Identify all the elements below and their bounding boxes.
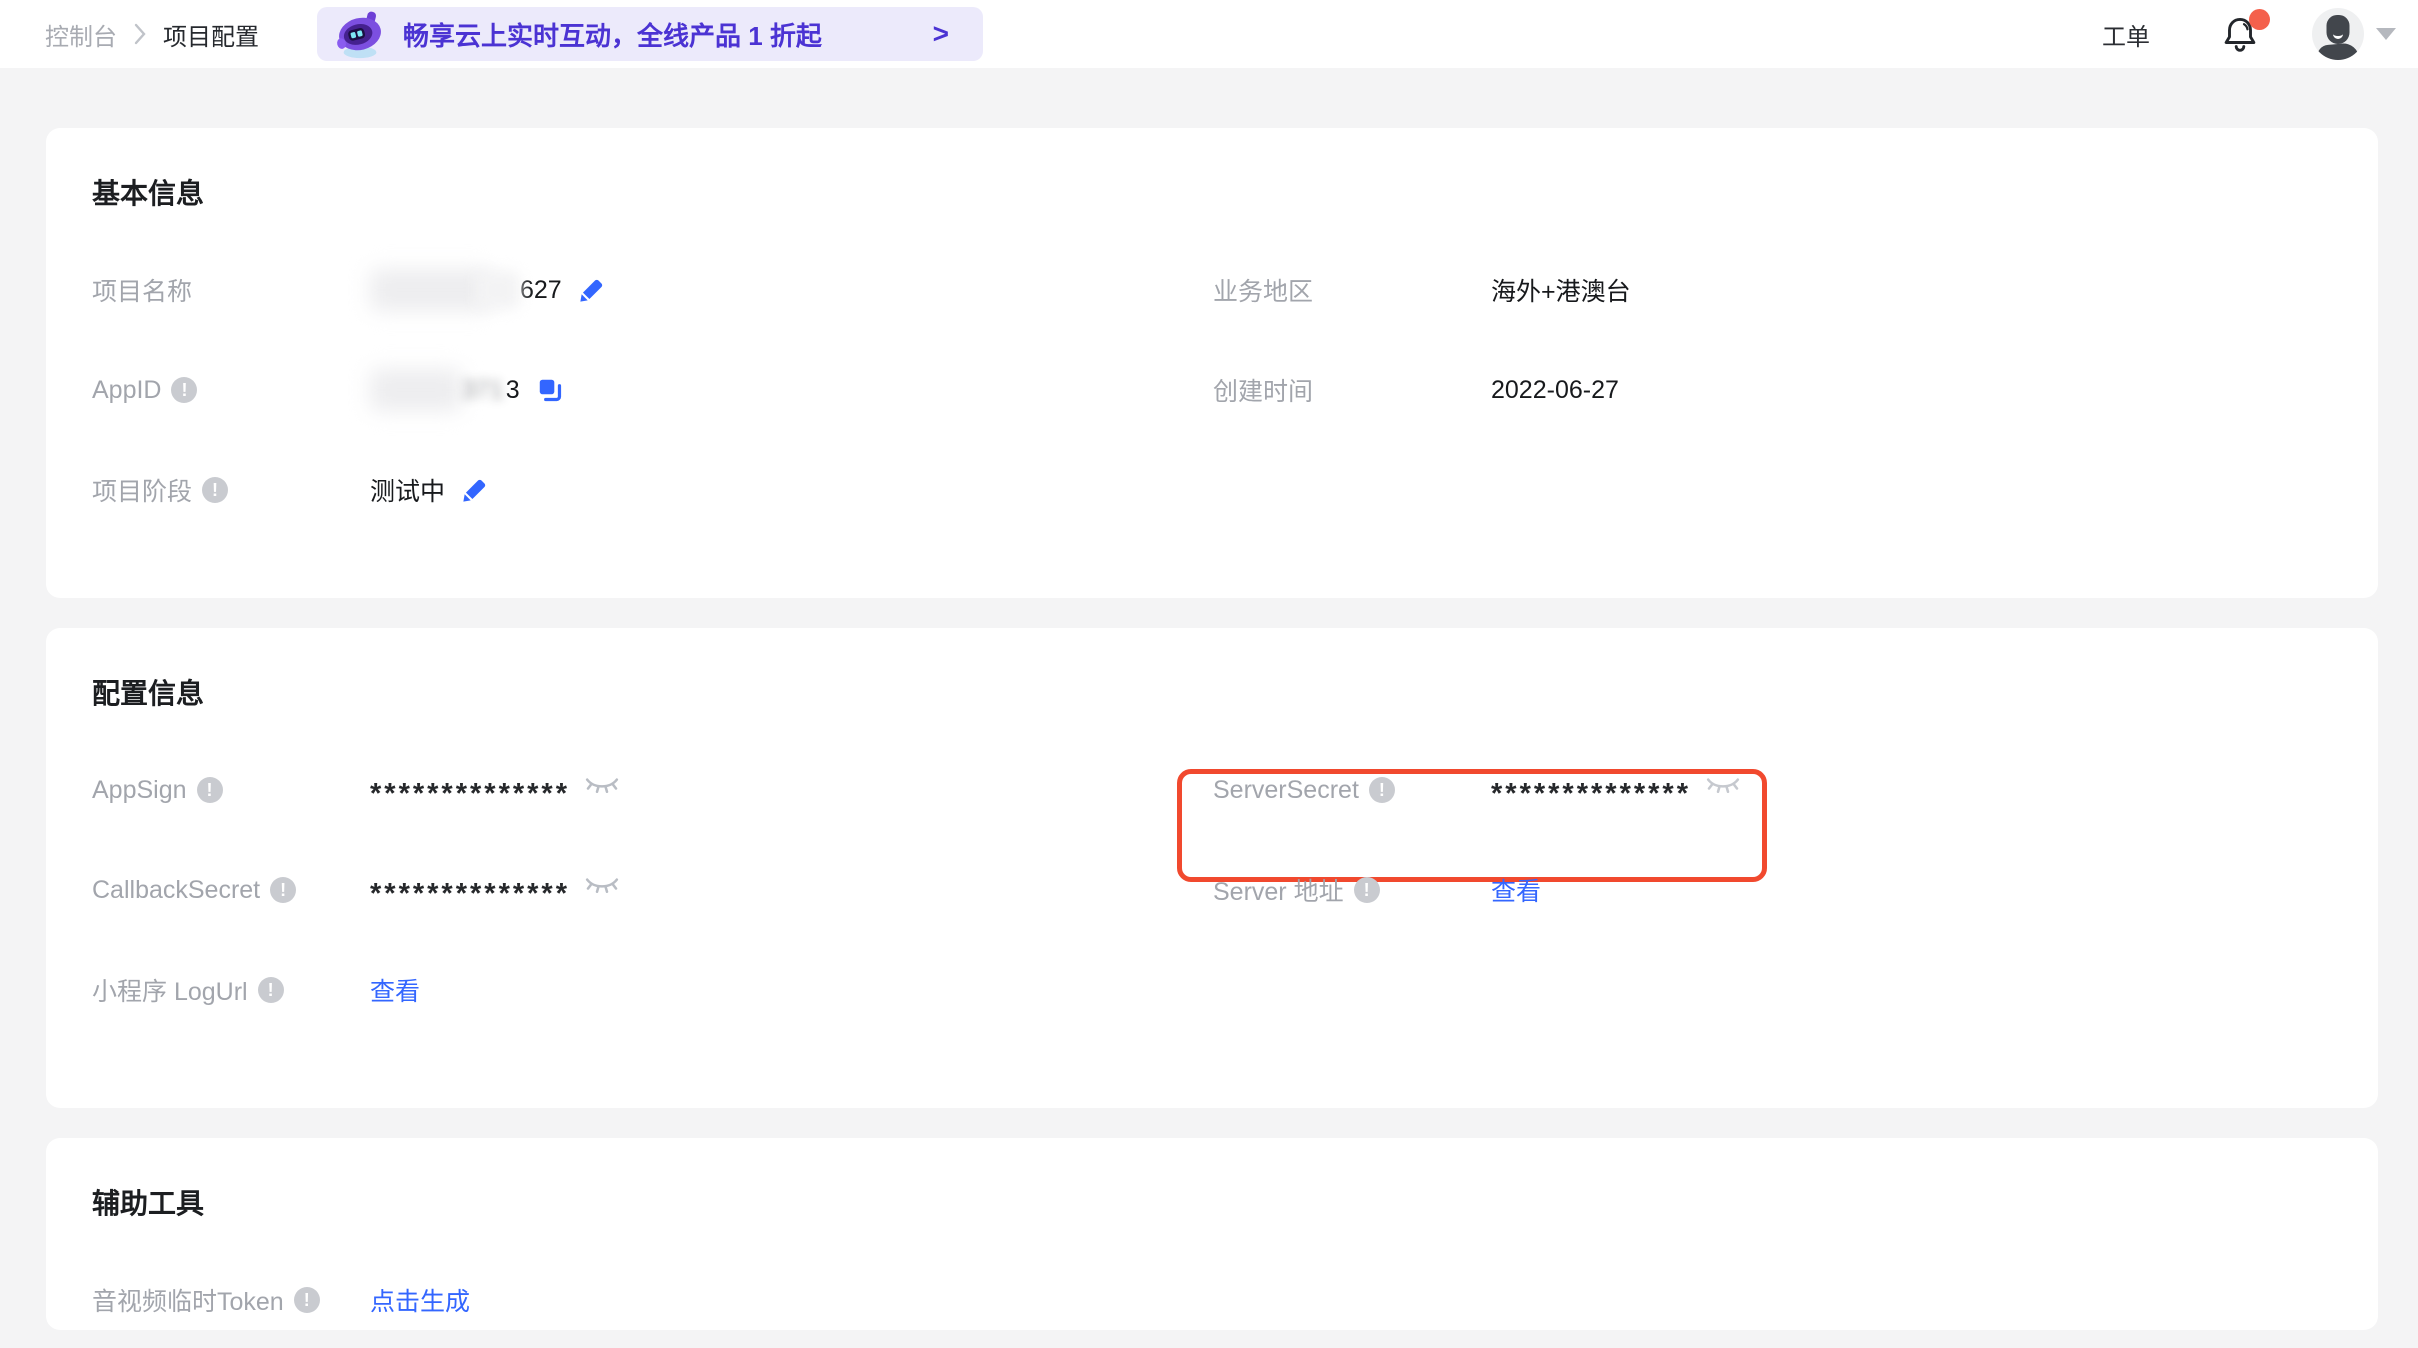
field-app-id: AppID ! 371 3 bbox=[92, 369, 1213, 411]
tools-card: 辅助工具 音视频临时Token ! 点击生成 bbox=[46, 1138, 2378, 1330]
top-bar-actions: 工单 bbox=[2102, 8, 2396, 60]
field-server-address: Server 地址 ! 查看 bbox=[1213, 872, 2332, 908]
app-id-blurred-digits: 371 bbox=[462, 376, 504, 405]
notification-bell-button[interactable] bbox=[2222, 15, 2258, 53]
miniprogram-logurl-label: 小程序 LogUrl bbox=[92, 972, 248, 1008]
breadcrumb-item-console[interactable]: 控制台 bbox=[45, 17, 117, 52]
app-sign-masked-value: ************** bbox=[370, 780, 570, 809]
promo-arrow-icon[interactable]: > bbox=[933, 18, 949, 50]
business-region-label: 业务地区 bbox=[1213, 272, 1313, 308]
rtc-temp-token-info-icon[interactable]: ! bbox=[294, 1287, 320, 1313]
ticket-link[interactable]: 工单 bbox=[2102, 17, 2150, 52]
project-stage-value: 测试中 bbox=[370, 472, 445, 508]
server-address-label: Server 地址 bbox=[1213, 872, 1344, 908]
promo-banner[interactable]: 畅享云上实时互动，全线产品 1 折起 > bbox=[317, 7, 983, 61]
pencil-icon bbox=[461, 476, 489, 504]
edit-project-stage-button[interactable] bbox=[461, 476, 489, 504]
field-miniprogram-logurl: 小程序 LogUrl ! 查看 bbox=[92, 972, 1213, 1008]
eye-closed-icon bbox=[584, 774, 620, 798]
censored-blur bbox=[370, 369, 462, 411]
app-id-value: 3 bbox=[506, 376, 520, 405]
pencil-icon bbox=[578, 276, 606, 304]
project-stage-label: 项目阶段 bbox=[92, 472, 192, 508]
field-rtc-temp-token: 音视频临时Token ! 点击生成 bbox=[92, 1282, 1213, 1318]
config-info-card: 配置信息 AppSign ! ************** ServerSecr bbox=[46, 628, 2378, 1108]
edit-project-name-button[interactable] bbox=[578, 276, 606, 304]
app-id-label: AppID bbox=[92, 376, 161, 405]
created-at-label: 创建时间 bbox=[1213, 372, 1313, 408]
breadcrumb-separator-icon bbox=[133, 22, 147, 46]
field-project-name: 项目名称 627 bbox=[92, 269, 1213, 311]
field-business-region: 业务地区 海外+港澳台 bbox=[1213, 272, 2332, 308]
callback-secret-masked-value: ************** bbox=[370, 880, 570, 909]
app-sign-info-icon[interactable]: ! bbox=[197, 777, 223, 803]
field-project-stage: 项目阶段 ! 测试中 bbox=[92, 472, 1213, 508]
view-miniprogram-logurl-link[interactable]: 查看 bbox=[370, 972, 420, 1008]
server-address-info-icon[interactable]: ! bbox=[1354, 877, 1380, 903]
account-menu-caret-icon[interactable] bbox=[2376, 28, 2396, 40]
censored-blur bbox=[476, 271, 520, 309]
top-bar: 控制台 项目配置 畅享云上实时互动，全线产品 1 折起 > 工单 bbox=[0, 0, 2418, 68]
miniprogram-logurl-info-icon[interactable]: ! bbox=[258, 977, 284, 1003]
field-callback-secret: CallbackSecret ! ************** bbox=[92, 876, 1213, 905]
censored-blur bbox=[370, 269, 490, 311]
project-name-value: 627 bbox=[520, 276, 562, 305]
rtc-temp-token-label: 音视频临时Token bbox=[92, 1282, 284, 1318]
field-created-at: 创建时间 2022-06-27 bbox=[1213, 372, 2332, 408]
created-at-value: 2022-06-27 bbox=[1491, 376, 1619, 405]
field-app-sign: AppSign ! ************** bbox=[92, 776, 1213, 805]
callback-secret-info-icon[interactable]: ! bbox=[270, 877, 296, 903]
breadcrumb-item-project-config: 项目配置 bbox=[163, 17, 259, 52]
callback-secret-label: CallbackSecret bbox=[92, 876, 260, 905]
app-sign-label: AppSign bbox=[92, 776, 187, 805]
basic-info-card: 基本信息 项目名称 627 业务地区 bbox=[46, 128, 2378, 598]
generate-token-link[interactable]: 点击生成 bbox=[370, 1282, 470, 1318]
config-info-title: 配置信息 bbox=[92, 676, 2332, 712]
server-secret-info-icon[interactable]: ! bbox=[1369, 777, 1395, 803]
promo-banner-text: 畅享云上实时互动，全线产品 1 折起 bbox=[403, 16, 822, 53]
mascot-icon bbox=[331, 7, 389, 61]
field-server-secret: ServerSecret ! ************** bbox=[1213, 776, 2332, 805]
reveal-app-sign-button[interactable] bbox=[584, 774, 620, 798]
business-region-value: 海外+港澳台 bbox=[1491, 272, 1631, 308]
eye-closed-icon bbox=[584, 874, 620, 898]
avatar[interactable] bbox=[2312, 8, 2364, 60]
project-name-label: 项目名称 bbox=[92, 272, 192, 308]
app-id-info-icon[interactable]: ! bbox=[171, 377, 197, 403]
server-secret-label: ServerSecret bbox=[1213, 776, 1359, 805]
reveal-server-secret-button[interactable] bbox=[1705, 774, 1741, 798]
reveal-callback-secret-button[interactable] bbox=[584, 874, 620, 898]
eye-closed-icon bbox=[1705, 774, 1741, 798]
project-stage-info-icon[interactable]: ! bbox=[202, 477, 228, 503]
copy-icon bbox=[536, 376, 564, 404]
tools-title: 辅助工具 bbox=[92, 1186, 2332, 1222]
view-server-address-link[interactable]: 查看 bbox=[1491, 872, 1541, 908]
notification-dot bbox=[2249, 9, 2270, 30]
copy-app-id-button[interactable] bbox=[536, 376, 564, 404]
basic-info-title: 基本信息 bbox=[92, 176, 2332, 212]
server-secret-masked-value: ************** bbox=[1491, 780, 1691, 809]
